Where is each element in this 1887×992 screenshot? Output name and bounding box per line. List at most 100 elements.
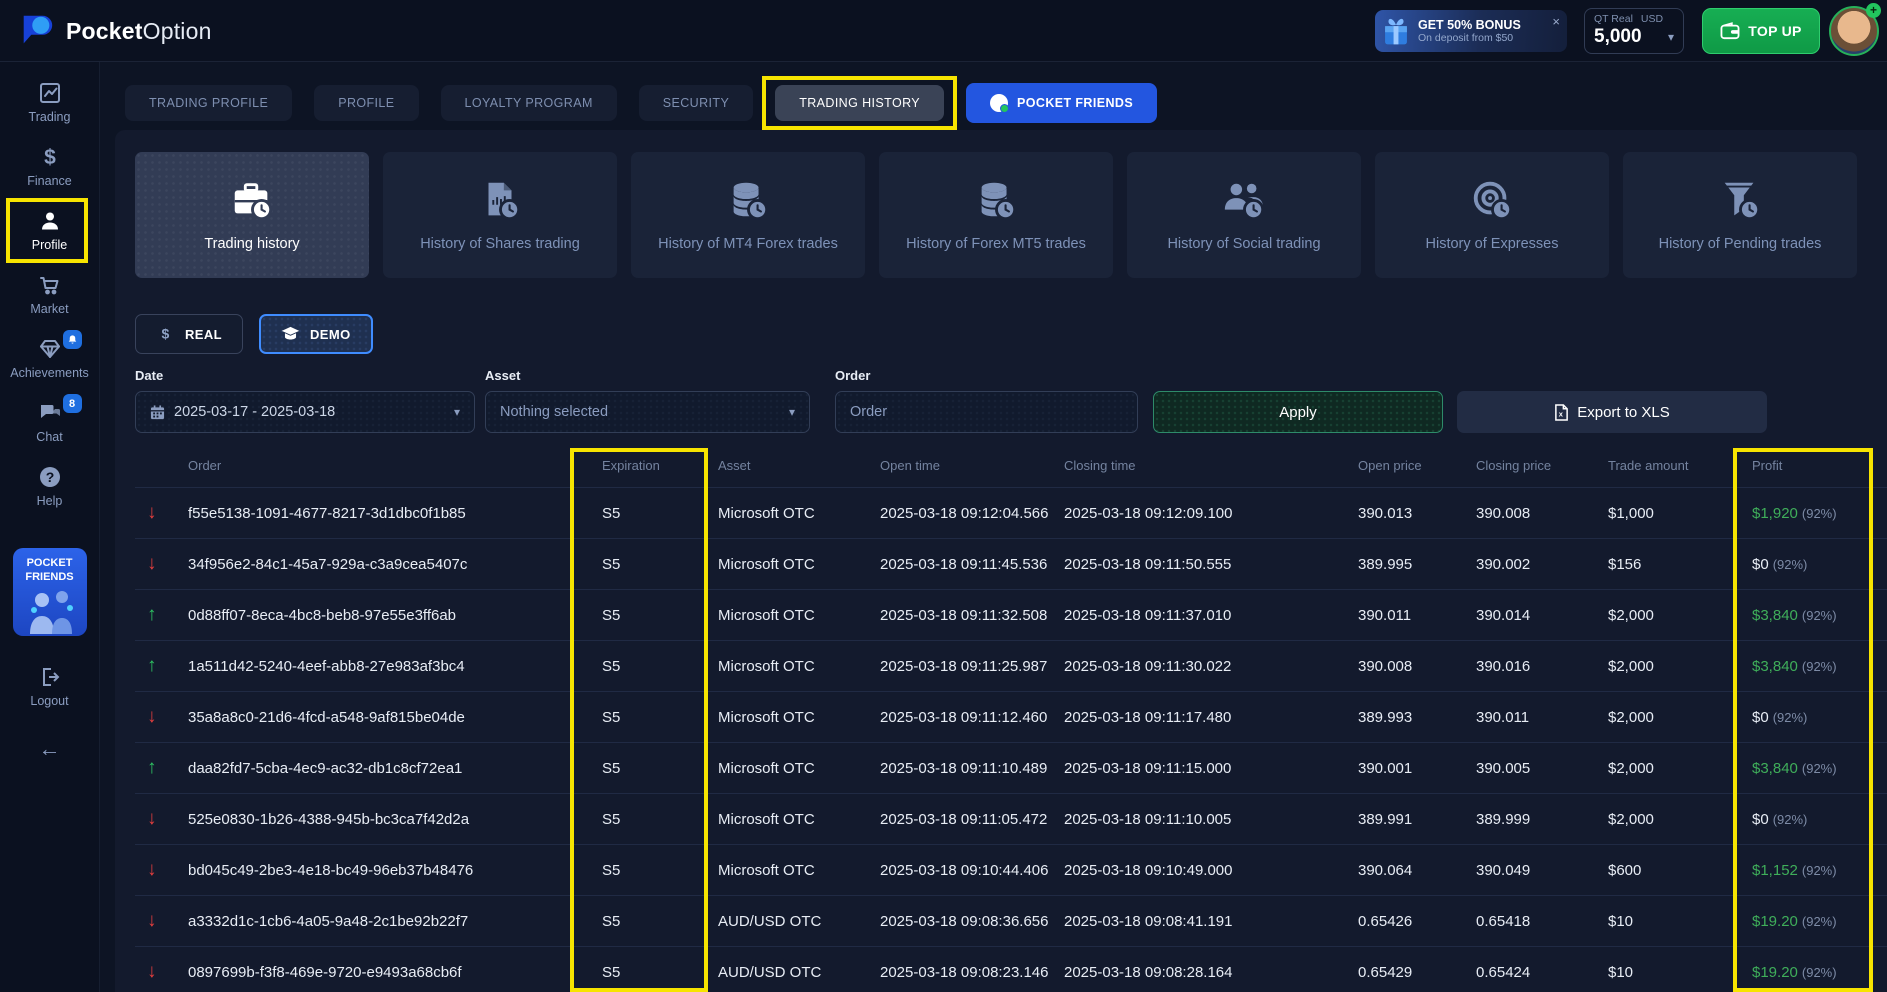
cell-expiration: S5 [570,862,715,879]
app-logo[interactable]: PocketOption [18,12,212,50]
sidebar-item-label: Market [30,302,68,316]
apply-button[interactable]: Apply [1153,391,1443,433]
demo-account-button[interactable]: DEMO [259,314,373,354]
collapse-sidebar-arrow-icon[interactable]: ← [39,736,61,762]
close-icon[interactable]: × [1552,15,1560,28]
cell-open-time: 2025-03-18 09:11:32.508 [877,607,1061,624]
cell-open-time: 2025-03-18 09:10:44.406 [877,862,1061,879]
account-mode-toggle: $ REAL DEMO [135,314,1887,354]
sidebar-item-label: Finance [27,174,71,188]
card-label: History of Social trading [1167,235,1320,254]
pocket-friends-banner[interactable]: POCKET FRIENDS [13,548,87,636]
sidebar-item-trading[interactable]: Trading [4,74,96,131]
cell-expiration: S5 [570,811,715,828]
card-label: History of Shares trading [420,235,580,254]
bonus-subtitle: On deposit from $50 [1418,32,1521,44]
sidebar-item-chat[interactable]: Chat 8 [4,394,96,451]
cell-order-id: a3332d1c-1cb6-4a05-9a48-2c1be92b22f7 [185,913,570,930]
cell-open-time: 2025-03-18 09:08:36.656 [877,913,1061,930]
cell-profit: $0(92%) [1749,709,1887,726]
col-header-closing-price: Closing price [1473,458,1605,473]
sidebar-item-profile[interactable]: Profile [4,202,96,259]
main-content: TRADING PROFILE PROFILE LOYALTY PROGRAM SEC… [100,62,1887,992]
cell-trade-amount: $2,000 [1605,760,1749,777]
tab-security[interactable]: SECURITY [639,85,753,121]
top-up-button[interactable]: TOP UP [1702,8,1820,54]
cell-closing-price: 0.65424 [1473,964,1605,981]
table-row: ↓ a3332d1c-1cb6-4a05-9a48-2c1be92b22f7 S… [135,895,1887,946]
cell-asset: Microsoft OTC [715,709,877,726]
table-row: ↑ daa82fd7-5cba-4ec9-ac32-db1c8cf72ea1 S… [135,742,1887,793]
sidebar-item-label: Trading [29,110,71,124]
tab-label: TRADING HISTORY [799,96,920,110]
cell-open-time: 2025-03-18 09:11:45.536 [877,556,1061,573]
card-history-of-shares-trading[interactable]: History of Shares trading [383,152,617,278]
sidebar-item-logout[interactable]: Logout [4,658,96,715]
card-label: History of MT4 Forex trades [658,235,838,254]
cell-closing-price: 390.049 [1473,862,1605,879]
history-type-cards: Trading history History of Shares tradin… [135,152,1857,278]
user-avatar[interactable]: + [1829,6,1879,56]
chevron-down-icon: ▾ [1668,30,1674,44]
card-history-of-social-trading[interactable]: History of Social trading [1127,152,1361,278]
arrow-up-icon: ↑ [135,757,185,779]
pocket-friends-logo-icon [990,94,1008,112]
card-label: History of Pending trades [1659,235,1822,254]
table-body: ↓ f55e5138-1091-4677-8217-3d1dbc0f1b85 S… [135,487,1887,992]
card-history-of-expresses[interactable]: History of Expresses [1375,152,1609,278]
export-xls-button[interactable]: x Export to XLS [1457,391,1767,433]
avatar-add-badge: + [1866,3,1881,18]
cell-asset: Microsoft OTC [715,862,877,879]
real-account-button[interactable]: $ REAL [135,314,243,354]
card-history-of-forex-mt5-trades[interactable]: History of Forex MT5 trades [879,152,1113,278]
balance-selector[interactable]: QT Real USD 5,000 ▾ [1584,8,1684,54]
cell-profit: $0(92%) [1749,811,1887,828]
arrow-down-icon: ↓ [135,859,185,881]
sidebar-item-achievements[interactable]: Achievements [4,330,96,387]
sidebar-item-finance[interactable]: $ Finance [4,138,96,195]
cell-trade-amount: $2,000 [1605,811,1749,828]
cell-open-price: 389.995 [1355,556,1473,573]
table-header-row: Order Expiration Asset Open time Closing… [135,443,1887,487]
tab-trading-profile[interactable]: TRADING PROFILE [125,85,292,121]
svg-text:?: ? [45,469,54,485]
cell-expiration: S5 [570,709,715,726]
cell-order-id: daa82fd7-5cba-4ec9-ac32-db1c8cf72ea1 [185,760,570,777]
cell-closing-time: 2025-03-18 09:11:50.555 [1061,556,1355,573]
cell-closing-price: 0.65418 [1473,913,1605,930]
cell-open-time: 2025-03-18 09:11:10.489 [877,760,1061,777]
card-trading-history[interactable]: Trading history [135,152,369,278]
date-range-picker[interactable]: 2025-03-17 - 2025-03-18 ▾ [135,391,475,433]
chevron-down-icon: ▾ [789,405,795,419]
table-row: ↓ 0897699b-f3f8-469e-9720-e9493a68cb6f S… [135,946,1887,992]
card-history-of-pending-trades[interactable]: History of Pending trades [1623,152,1857,278]
friends-illustration [22,588,78,634]
cell-closing-time: 2025-03-18 09:11:10.005 [1061,811,1355,828]
col-header-expiration: Expiration [570,458,715,473]
table-row: ↑ 1a511d42-5240-4eef-abb8-27e983af3bc4 S… [135,640,1887,691]
cell-order-id: 35a8a8c0-21d6-4fcd-a548-9af815be04de [185,709,570,726]
chart-icon [38,81,62,105]
table-row: ↓ f55e5138-1091-4677-8217-3d1dbc0f1b85 S… [135,487,1887,538]
sidebar-item-market[interactable]: Market [4,266,96,323]
briefcase-clock-icon [229,177,275,223]
bonus-banner[interactable]: GET 50% BONUS On deposit from $50 × [1375,10,1567,52]
cell-order-id: 1a511d42-5240-4eef-abb8-27e983af3bc4 [185,658,570,675]
tab-trading-history[interactable]: TRADING HISTORY [775,85,944,121]
cell-trade-amount: $156 [1605,556,1749,573]
asset-select[interactable]: Nothing selected ▾ [485,391,810,433]
order-input[interactable] [850,404,1123,420]
card-history-of-mt4-forex-trades[interactable]: History of MT4 Forex trades [631,152,865,278]
cell-open-price: 390.064 [1355,862,1473,879]
sidebar-item-help[interactable]: ? Help [4,458,96,515]
cell-asset: Microsoft OTC [715,811,877,828]
arrow-down-icon: ↓ [135,502,185,524]
cell-profit: $1,152(92%) [1749,862,1887,879]
cell-expiration: S5 [570,607,715,624]
tab-profile[interactable]: PROFILE [314,85,418,121]
cell-asset: Microsoft OTC [715,658,877,675]
tab-loyalty-program[interactable]: LOYALTY PROGRAM [441,85,617,121]
cell-asset: Microsoft OTC [715,607,877,624]
calendar-icon [150,405,165,420]
tab-pocket-friends[interactable]: POCKET FRIENDS [966,83,1157,123]
